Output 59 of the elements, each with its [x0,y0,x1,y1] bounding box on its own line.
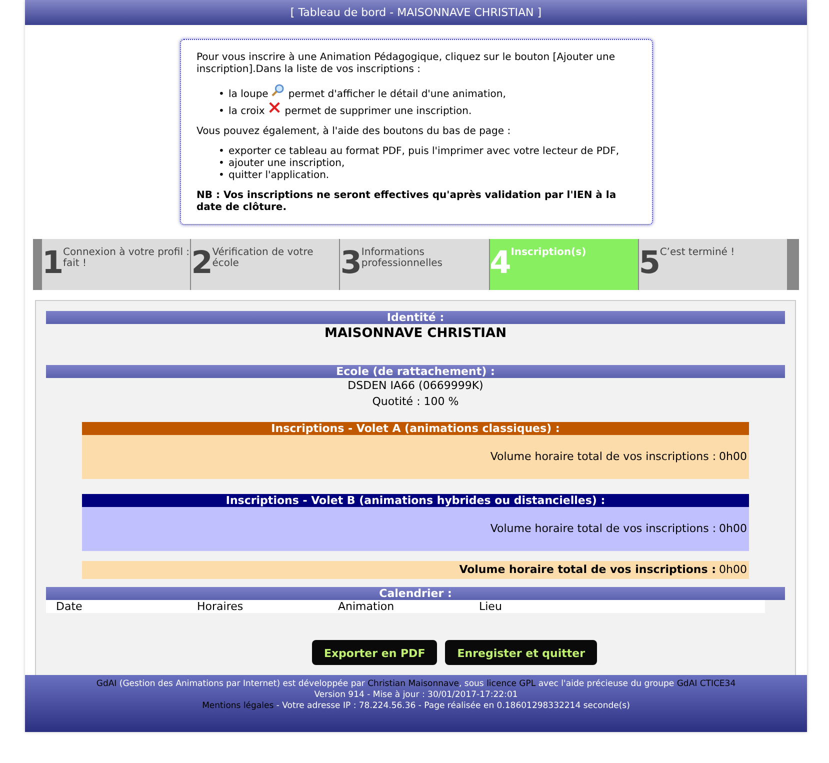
section-heading: Calendrier : [46,587,785,600]
total-value: 0h00 [719,450,747,463]
volet-heading: Inscriptions - Volet A (animations classiques) : [82,422,749,435]
info-text: quitter l'application. [228,170,330,182]
school-name: DSDEN IA66 (0669999K) [346,378,484,394]
total-value: 0h00 [719,563,747,576]
section-heading: Ecole (de rattachement) : [46,365,785,378]
bullet-mark: • [218,146,226,158]
footer-link[interactable]: GdAI CTICE34 [676,679,736,689]
total-label: Volume horaire total de vos inscriptions : [459,563,716,576]
cross-icon [268,101,281,114]
section-heading: Identité : [46,311,785,324]
info-text: Pour vous inscrire à une Animation Pédagogique, cliquez sur le bouton [Ajouter une inscription].Dans la liste de vos inscriptions : [196,52,616,76]
info-text: la croix [228,106,265,118]
bullet-mark: • [218,106,226,118]
step-label: Informations professionnelles [361,247,444,269]
total-value: 0h00 [719,522,747,535]
column-header: Lieu [479,600,503,613]
column-header: Horaires [197,600,244,613]
bullet-mark: • [218,89,226,101]
step-number: 5 [638,248,660,278]
footer-text: , sous [459,679,485,689]
step-label: Inscription(s) [510,247,586,258]
bullet-mark: • [218,170,226,182]
step-label: Connexion à votre profil : fait ! [63,247,190,269]
step-edge [33,239,42,290]
step-number: 4 [490,248,511,278]
quotite-text: Quotité : 100 % [371,394,460,410]
info-text: exporter ce tableau au format PDF, puis l'imprimer avec votre lecteur de PDF, [228,146,620,158]
action-button[interactable]: Enregister et quitter [445,640,598,665]
footer-link[interactable]: Mentions légales [202,701,274,711]
info-text: permet de supprimer une inscription. [284,106,472,118]
info-text: ajouter une inscription, [228,158,345,170]
step-number: 2 [191,248,212,278]
step-number: 1 [42,248,63,278]
info-text: Vous pouvez également, à l'aide des boutons du bas de page : [196,126,512,138]
column-header: Date [56,600,84,613]
step-number: 3 [340,248,362,278]
info-text: permet d'afficher le détail d'une animation, [288,89,506,101]
footer-text: avec l'aide précieuse du groupe [537,679,676,689]
step-label: Vérification de votre école [212,247,314,269]
total-label: Volume horaire total de vos inscriptions : [490,450,716,463]
page-title: [ Tableau de bord - MAISONNAVE CHRISTIAN ] [25,0,807,25]
action-button[interactable]: Exporter en PDF [312,640,438,665]
note-text: NB : Vos inscriptions ne seront effectives qu'après validation par l'IEN à la date de clôture. [196,190,618,214]
info-text: la loupe [228,89,268,101]
magnifier-icon [271,84,284,97]
identity-name: MAISONNAVE CHRISTIAN [324,325,508,343]
bullet-mark: • [218,158,226,170]
footer-link[interactable]: licence GPL [486,679,536,689]
step-label: C’est terminé ! [660,247,735,258]
footer-link[interactable]: Christian Maisonnave [368,679,459,689]
total-label: Volume horaire total de vos inscriptions : [490,522,716,535]
column-header: Animation [338,600,396,613]
footer-text: Version 914 - Mise à jour : 30/01/2017-17:22:01 [314,690,518,700]
footer-link[interactable]: GdAI [96,679,117,689]
volet-heading: Inscriptions - Volet B (animations hybrides ou distancielles) : [82,494,749,507]
footer-text: - Votre adresse IP : 78.224.56.36 - Page réalisée en 0.18601298332214 seconde(s) [275,701,630,711]
footer-text: (Gestion des Animations par Internet) est développée par [118,679,366,689]
